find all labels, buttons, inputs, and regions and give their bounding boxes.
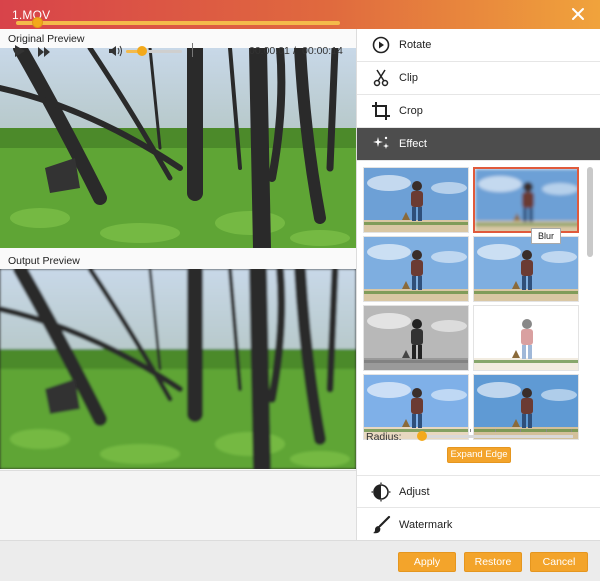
menu-crop-label: Crop [399,105,423,117]
effect-thumbnail[interactable] [473,236,579,302]
volume-icon[interactable] [109,45,123,57]
menu-adjust[interactable]: Adjust [357,475,600,508]
menu-clip-label: Clip [399,72,418,84]
menu-rotate[interactable]: Rotate [357,29,600,62]
menu-crop[interactable]: Crop [357,95,600,128]
volume-knob[interactable] [137,46,147,56]
restore-button[interactable]: Restore [464,552,522,572]
window-title: 1.MOV [12,7,51,22]
menu-watermark-label: Watermark [399,518,453,531]
total-time: 00:00:14 [302,45,343,57]
forest-image-output [0,269,356,469]
close-icon[interactable] [570,6,586,22]
sparkle-icon [373,136,389,149]
scissors-icon [373,69,389,87]
menu-watermark[interactable]: Watermark [357,508,600,541]
radius-label: Radius: [366,431,402,443]
player-controls [0,470,356,540]
play-icon[interactable] [14,45,26,57]
effect-tooltip: Blur [531,228,562,244]
menu-rotate-label: Rotate [399,39,432,51]
menu-adjust-label: Adjust [399,485,430,498]
fast-forward-icon[interactable] [38,47,50,57]
menu-effect-label: Effect [399,138,427,150]
rotate-icon [372,36,390,54]
effect-thumbnail[interactable] [363,167,469,233]
crop-icon [372,102,390,120]
cancel-button[interactable]: Cancel [530,552,588,572]
radius-knob[interactable] [417,431,427,441]
adjust-icon [371,482,391,501]
preview-pane: Original Preview Output Preview [0,29,356,470]
effect-thumbnail[interactable] [473,167,579,233]
forest-image [0,48,356,248]
current-time: 00:00:01 [249,45,290,57]
menu-clip[interactable]: Clip [357,62,600,95]
time-separator: / [293,45,296,57]
menu-effect[interactable]: Effect [357,128,600,161]
original-preview [0,48,356,248]
divider [192,43,193,57]
effects-scrollbar[interactable] [587,167,593,257]
progress-knob[interactable] [32,17,43,28]
brush-icon [373,515,391,533]
effect-thumbnail[interactable] [473,374,579,440]
effect-thumbnail[interactable] [473,305,579,371]
progress-bar[interactable] [16,21,340,25]
output-preview [0,269,356,469]
effect-thumbnail[interactable] [363,305,469,371]
output-preview-label: Output Preview [8,255,80,267]
original-preview-label: Original Preview [8,33,85,45]
effect-thumbnail[interactable] [363,236,469,302]
apply-button[interactable]: Apply [398,552,456,572]
expand-edge-button[interactable]: Expand Edge [447,447,511,463]
radius-slider[interactable] [421,435,573,438]
